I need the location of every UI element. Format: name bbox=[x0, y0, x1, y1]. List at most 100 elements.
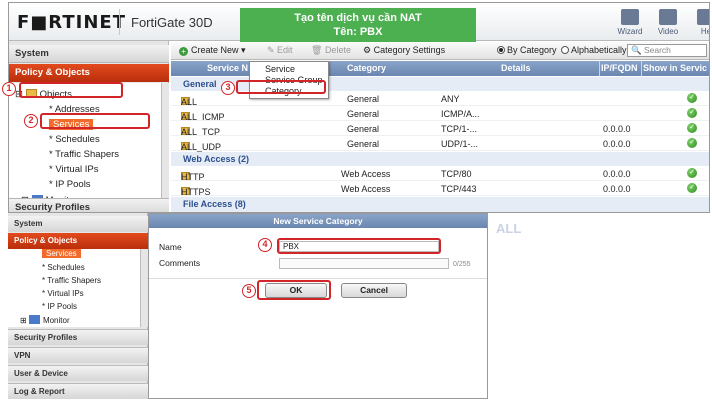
service-category: General bbox=[347, 139, 380, 149]
create-new-label: Create New bbox=[191, 45, 239, 55]
sidebar-policy-objects[interactable]: Policy & Objects bbox=[8, 233, 148, 249]
sidebar-item-schedules[interactable]: * Schedules bbox=[42, 263, 85, 272]
edit-label: Edit bbox=[277, 45, 293, 55]
highlight-services bbox=[40, 113, 150, 129]
highlight-category bbox=[236, 80, 326, 94]
virtual-ips-label: Virtual IPs bbox=[47, 289, 84, 298]
alphabetically-label: Alphabetically bbox=[571, 45, 627, 55]
table-row[interactable]: ALL_ICMP General ICMP/A... ✓ bbox=[171, 106, 709, 122]
service-category: General bbox=[347, 94, 380, 104]
category-settings-label: Category Settings bbox=[373, 45, 446, 55]
sidebar-item-traffic-shapers[interactable]: * Traffic Shapers bbox=[49, 149, 119, 160]
sidebar-item-virtual-ips[interactable]: * Virtual IPs bbox=[42, 289, 84, 298]
char-counter: 0/255 bbox=[453, 261, 471, 268]
sidebar-tree: ⊟ Objects * Addresses Services * Schedul… bbox=[9, 83, 161, 212]
group-row-web-access[interactable]: Web Access (2) bbox=[171, 152, 709, 166]
sidebar-security-profiles[interactable]: Security Profiles bbox=[8, 329, 148, 345]
table-row[interactable]: HTTP Web Access TCP/80 0.0.0.0 ✓ bbox=[171, 166, 709, 182]
toolbar: + Create New ▾ ✎ Edit 🗑 Delete ⚙ Category… bbox=[171, 42, 709, 60]
sidebar-scrollbar[interactable] bbox=[140, 249, 148, 327]
service-category: Web Access bbox=[341, 169, 391, 179]
service-category: Web Access bbox=[341, 184, 391, 194]
ip-pools-label: IP Pools bbox=[47, 302, 77, 311]
service-details: ICMP/A... bbox=[441, 109, 480, 119]
wizard-icon bbox=[621, 9, 639, 25]
search-placeholder: Search bbox=[643, 45, 671, 55]
check-icon: ✓ bbox=[687, 123, 697, 133]
dialog-divider bbox=[149, 278, 487, 279]
alphabetically-radio[interactable]: Alphabetically bbox=[561, 45, 627, 55]
edit-button[interactable]: ✎ Edit bbox=[267, 45, 293, 56]
service-details: ANY bbox=[441, 94, 460, 104]
sidebar-item-ip-pools[interactable]: * IP Pools bbox=[42, 302, 77, 311]
check-icon: ✓ bbox=[687, 183, 697, 193]
check-icon: ✓ bbox=[687, 93, 697, 103]
col-show-in-service[interactable]: Show in Servic bbox=[643, 63, 707, 73]
sidebar-vpn[interactable]: VPN bbox=[8, 347, 148, 363]
service-category: General bbox=[347, 124, 380, 134]
sidebar-item-ip-pools[interactable]: * IP Pools bbox=[49, 179, 91, 190]
delete-button[interactable]: 🗑 Delete bbox=[311, 45, 351, 56]
traffic-shapers-label: Traffic Shapers bbox=[55, 149, 120, 160]
service-category: General bbox=[347, 109, 380, 119]
banner-line-1: Tạo tên dịch vụ cần NAT bbox=[294, 12, 422, 24]
virtual-ips-label: Virtual IPs bbox=[55, 164, 99, 175]
sidebar-security-profiles[interactable]: Security Profiles bbox=[9, 198, 169, 212]
col-category[interactable]: Category bbox=[347, 63, 386, 73]
step-2-marker: 2 bbox=[24, 114, 38, 128]
sidebar-item-schedules[interactable]: * Schedules bbox=[49, 134, 100, 145]
highlight-objects bbox=[19, 82, 123, 98]
cancel-button[interactable]: Cancel bbox=[341, 283, 407, 298]
sidebar-scrollbar[interactable] bbox=[161, 83, 169, 199]
service-details: UDP/1-... bbox=[441, 139, 479, 149]
by-category-radio[interactable]: By Category bbox=[497, 45, 557, 55]
create-new-button[interactable]: + Create New ▾ bbox=[179, 45, 246, 56]
menu-item-service[interactable]: Service bbox=[265, 64, 295, 74]
wizard-button[interactable]: Wizard bbox=[615, 9, 645, 36]
table-row[interactable]: HTTPS Web Access TCP/443 0.0.0.0 ✓ bbox=[171, 181, 709, 197]
fortinet-logo: F■RTINET bbox=[17, 12, 126, 33]
background-text: ALL bbox=[496, 221, 522, 236]
service-ip: 0.0.0.0 bbox=[603, 184, 631, 194]
name-label: Name bbox=[159, 242, 182, 252]
help-label: He bbox=[700, 27, 709, 36]
wizard-label: Wizard bbox=[617, 27, 643, 36]
comments-field[interactable] bbox=[279, 258, 449, 269]
table-row[interactable]: ALL_TCP General TCP/1-... 0.0.0.0 ✓ bbox=[171, 121, 709, 137]
sidebar-user-device[interactable]: User & Device bbox=[8, 365, 148, 381]
sidebar-item-services[interactable]: Services bbox=[42, 249, 81, 258]
category-settings-button[interactable]: ⚙ Category Settings bbox=[363, 45, 445, 56]
service-ip: 0.0.0.0 bbox=[603, 169, 631, 179]
sidebar-system[interactable]: System bbox=[8, 216, 148, 232]
group-row-file-access[interactable]: File Access (8) bbox=[171, 197, 709, 212]
highlight-ok-button bbox=[257, 280, 331, 300]
dialog-title: New Service Category bbox=[149, 214, 487, 228]
schedules-label: Schedules bbox=[55, 134, 100, 145]
video-label: Video bbox=[657, 27, 679, 36]
col-details[interactable]: Details bbox=[501, 63, 531, 73]
sidebar-system[interactable]: System bbox=[9, 45, 169, 63]
instruction-banner: Tạo tên dịch vụ cần NAT Tên: PBX bbox=[240, 8, 476, 42]
help-button[interactable]: He bbox=[691, 9, 709, 36]
service-details: TCP/80 bbox=[441, 169, 472, 179]
sidebar-item-monitor[interactable]: ⊞ Monitor bbox=[20, 315, 70, 325]
sidebar-log-report[interactable]: Log & Report bbox=[8, 383, 148, 399]
column-divider bbox=[599, 61, 600, 76]
service-ip: 0.0.0.0 bbox=[603, 124, 631, 134]
service-ip: 0.0.0.0 bbox=[603, 139, 631, 149]
sidebar-item-traffic-shapers[interactable]: * Traffic Shapers bbox=[42, 276, 101, 285]
video-button[interactable]: Video bbox=[653, 9, 683, 36]
by-category-label: By Category bbox=[507, 45, 557, 55]
col-ip-fqdn[interactable]: IP/FQDN bbox=[601, 63, 638, 73]
sidebar-item-virtual-ips[interactable]: * Virtual IPs bbox=[49, 164, 98, 175]
radio-checked-icon bbox=[497, 46, 505, 54]
col-service-name[interactable]: Service N bbox=[207, 63, 248, 73]
video-icon bbox=[659, 9, 677, 25]
sidebar-policy-objects[interactable]: Policy & Objects bbox=[9, 64, 169, 82]
banner-line-2: Tên: PBX bbox=[333, 26, 383, 38]
monitor-label: Monitor bbox=[42, 316, 70, 325]
schedules-label: Schedules bbox=[47, 263, 85, 272]
sidebar-tree: Services * Schedules * Traffic Shapers *… bbox=[8, 249, 140, 327]
table-row[interactable]: ALL_UDP General UDP/1-... 0.0.0.0 ✓ bbox=[171, 136, 709, 152]
search-input[interactable]: 🔍 Search bbox=[627, 44, 707, 57]
